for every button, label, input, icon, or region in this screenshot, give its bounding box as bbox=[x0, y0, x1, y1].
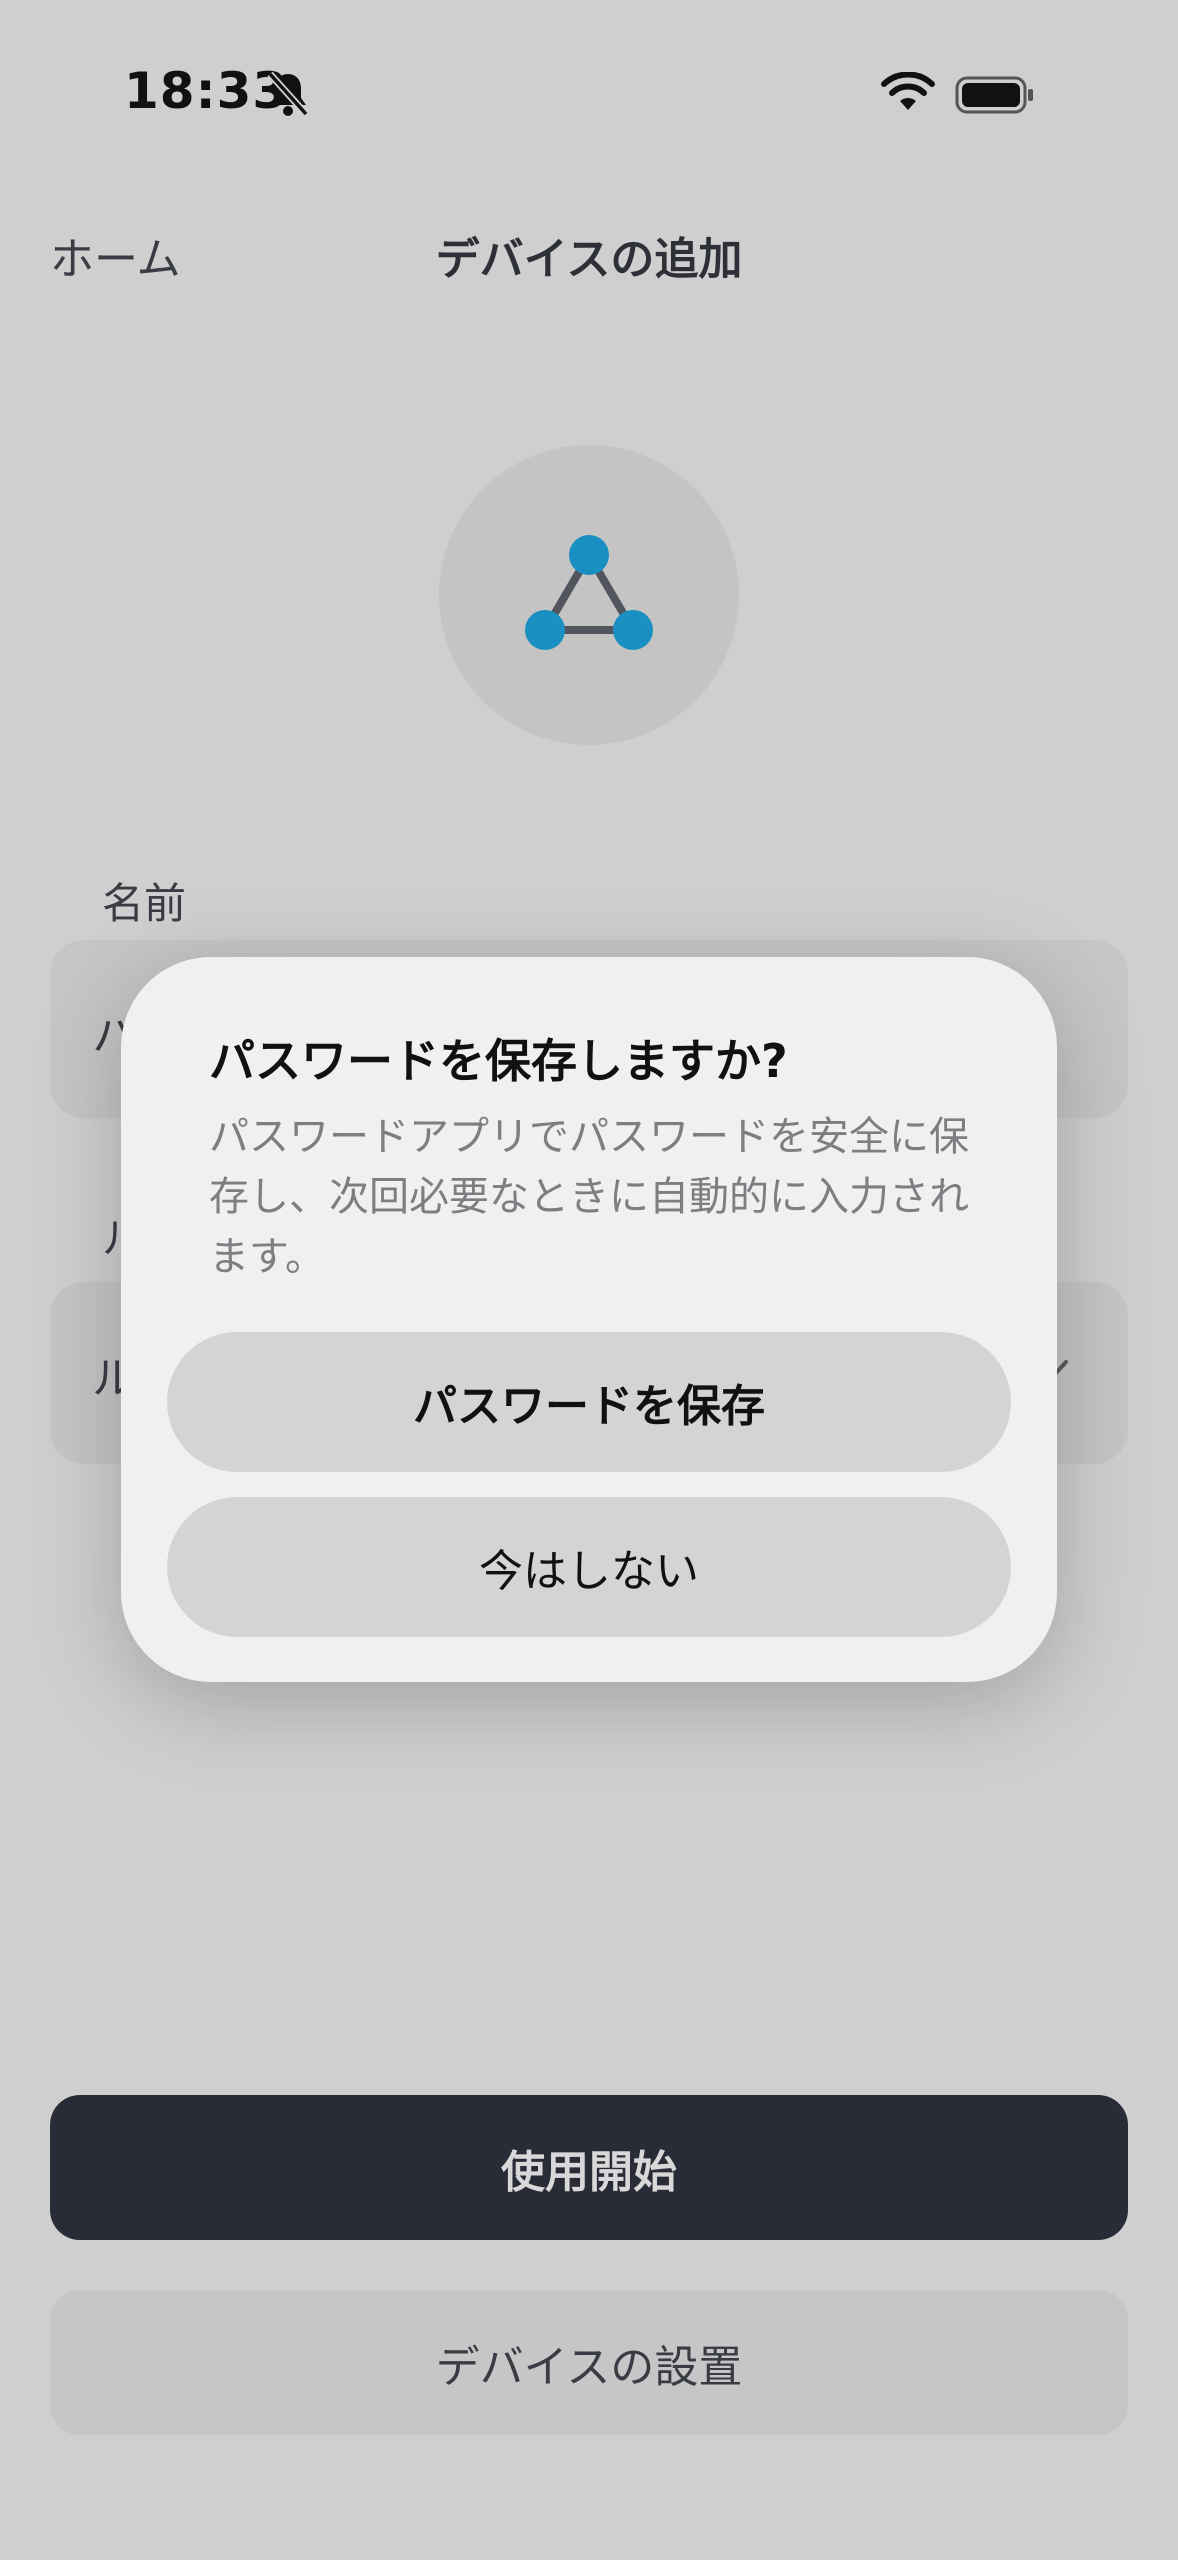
not-now-button[interactable]: 今はしない bbox=[167, 1497, 1011, 1637]
start-using-button[interactable]: 使用開始 bbox=[50, 2095, 1128, 2240]
bell-slash-icon bbox=[266, 70, 310, 118]
dialog-message: パスワードアプリでパスワードを安全に保存し、次回必要なときに自動的に入力されます… bbox=[209, 1114, 969, 1280]
device-setup-button[interactable]: デバイスの設置 bbox=[50, 2290, 1128, 2435]
status-time: 18:33 bbox=[124, 62, 289, 120]
navigation-bar: デバイスの追加 ホーム bbox=[0, 215, 1178, 285]
name-label: 名前 bbox=[102, 879, 187, 928]
back-button[interactable]: ホーム bbox=[50, 223, 181, 287]
save-password-dialog: パスワードを保存しますか? パスワードアプリでパスワードを安全に保存し、次回必要… bbox=[121, 957, 1057, 1682]
save-password-button[interactable]: パスワードを保存 bbox=[167, 1332, 1011, 1472]
device-hero-image bbox=[439, 445, 739, 745]
wifi-icon bbox=[880, 71, 936, 114]
dialog-title: パスワードを保存しますか? bbox=[209, 1034, 788, 1088]
network-triangle-icon bbox=[525, 535, 653, 650]
battery-icon bbox=[955, 76, 1035, 114]
status-bar: 18:33 bbox=[0, 0, 1178, 190]
